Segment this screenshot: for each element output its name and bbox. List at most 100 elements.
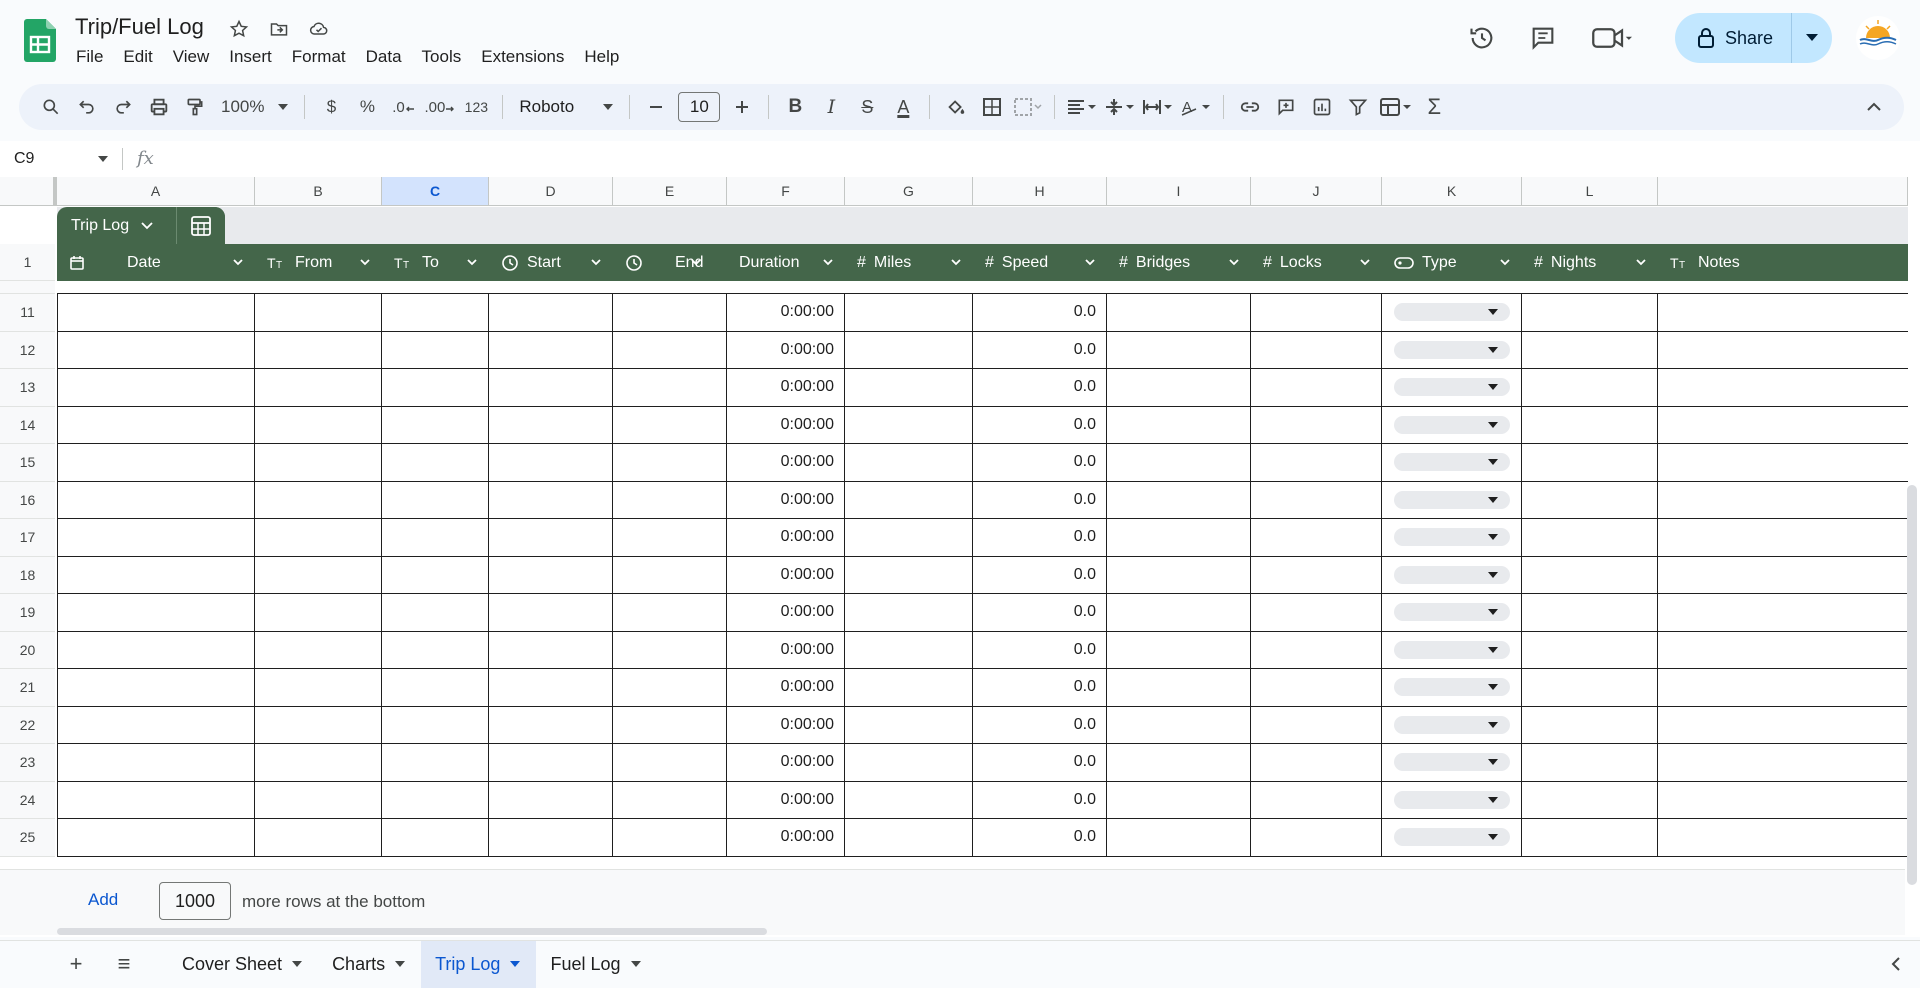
duration-cell[interactable]: 0:00:00	[727, 369, 845, 407]
table-cell[interactable]	[57, 669, 255, 707]
table-cell[interactable]	[382, 481, 489, 519]
column-header-g[interactable]: G	[845, 177, 973, 206]
row-header[interactable]: 14	[0, 406, 55, 444]
table-header-speed[interactable]: # Speed	[973, 244, 1107, 281]
table-cell[interactable]	[57, 331, 255, 369]
duration-cell[interactable]: 0:00:00	[727, 481, 845, 519]
duration-cell[interactable]: 0:00:00	[727, 594, 845, 632]
duration-cell[interactable]: 0:00:00	[727, 331, 845, 369]
column-header-k[interactable]: K	[1382, 177, 1522, 206]
text-wrapping-icon[interactable]	[1139, 89, 1177, 125]
speed-cell[interactable]: 0.0	[973, 819, 1107, 857]
speed-cell[interactable]: 0.0	[973, 631, 1107, 669]
table-cell[interactable]	[57, 706, 255, 744]
type-cell[interactable]	[1382, 331, 1522, 369]
type-cell[interactable]	[1382, 706, 1522, 744]
table-cell[interactable]	[845, 744, 973, 782]
table-cell[interactable]	[1251, 369, 1382, 407]
share-button[interactable]: Share	[1674, 13, 1832, 63]
table-cell[interactable]	[613, 369, 727, 407]
chevron-down-icon[interactable]	[821, 255, 835, 274]
menu-edit[interactable]: Edit	[113, 45, 162, 69]
sheet-tab-cover-sheet[interactable]: Cover Sheet	[168, 941, 318, 988]
duration-cell[interactable]: 0:00:00	[727, 781, 845, 819]
table-cell[interactable]	[489, 556, 613, 594]
table-cell[interactable]	[57, 444, 255, 482]
speed-cell[interactable]: 0.0	[973, 444, 1107, 482]
type-cell[interactable]	[1382, 294, 1522, 332]
speed-cell[interactable]: 0.0	[973, 406, 1107, 444]
table-cell[interactable]	[1658, 519, 1908, 557]
table-cell[interactable]	[255, 594, 382, 632]
table-cell[interactable]	[489, 481, 613, 519]
type-cell[interactable]	[1382, 669, 1522, 707]
type-cell[interactable]	[1382, 744, 1522, 782]
table-cell[interactable]	[1658, 294, 1908, 332]
type-cell[interactable]	[1382, 369, 1522, 407]
table-cell[interactable]	[489, 406, 613, 444]
type-dropdown-chip[interactable]	[1393, 678, 1510, 697]
speed-cell[interactable]: 0.0	[973, 781, 1107, 819]
table-cell[interactable]	[1107, 481, 1251, 519]
chevron-down-icon[interactable]	[395, 961, 406, 967]
table-header-bridges[interactable]: # Bridges	[1107, 244, 1251, 281]
table-cell[interactable]	[57, 369, 255, 407]
table-cell[interactable]	[613, 669, 727, 707]
column-header-f[interactable]: F	[727, 177, 845, 206]
table-header-nights[interactable]: # Nights	[1522, 244, 1658, 281]
type-dropdown-chip[interactable]	[1393, 528, 1510, 547]
functions-icon[interactable]: Σ	[1416, 89, 1452, 125]
row-header[interactable]: 11	[0, 294, 55, 332]
table-cell[interactable]	[1107, 781, 1251, 819]
table-cell[interactable]	[255, 294, 382, 332]
table-cell[interactable]	[489, 331, 613, 369]
speed-cell[interactable]: 0.0	[973, 369, 1107, 407]
table-header-end[interactable]: End	[613, 244, 727, 281]
table-cell[interactable]	[613, 556, 727, 594]
table-cell[interactable]	[1522, 406, 1658, 444]
table-cell[interactable]	[1251, 406, 1382, 444]
duration-cell[interactable]: 0:00:00	[727, 406, 845, 444]
table-cell[interactable]	[57, 781, 255, 819]
type-cell[interactable]	[1382, 406, 1522, 444]
row-header[interactable]: 20	[0, 631, 55, 669]
table-cell[interactable]	[489, 294, 613, 332]
column-header-i[interactable]: I	[1107, 177, 1251, 206]
row-header[interactable]: 17	[0, 519, 55, 557]
meet-icon[interactable]	[1582, 16, 1642, 60]
table-cell[interactable]	[845, 594, 973, 632]
type-dropdown-chip[interactable]	[1393, 790, 1510, 809]
table-cell[interactable]	[1522, 369, 1658, 407]
table-cell[interactable]	[1658, 819, 1908, 857]
table-cell[interactable]	[1107, 669, 1251, 707]
table-cell[interactable]	[1658, 707, 1908, 744]
table-cell[interactable]	[489, 744, 613, 782]
chevron-down-icon[interactable]	[1358, 255, 1372, 274]
sheet-tab-trip-log[interactable]: Trip Log	[421, 940, 537, 988]
chevron-down-icon[interactable]	[1634, 255, 1648, 274]
table-cell[interactable]	[1522, 481, 1658, 519]
table-cell[interactable]	[1251, 481, 1382, 519]
table-cell[interactable]	[1107, 369, 1251, 407]
speed-cell[interactable]: 0.0	[973, 594, 1107, 632]
speed-cell[interactable]: 0.0	[973, 519, 1107, 557]
table-cell[interactable]	[1251, 294, 1382, 332]
number-format-button[interactable]: 123	[458, 89, 494, 125]
table-cell[interactable]	[57, 594, 255, 632]
formula-input[interactable]	[154, 141, 1920, 177]
table-cell[interactable]	[845, 481, 973, 519]
increase-decimal-button[interactable]: .00	[421, 89, 458, 125]
table-cell[interactable]	[255, 519, 382, 557]
decrease-font-size-icon[interactable]	[638, 89, 674, 125]
column-header-b[interactable]: B	[255, 177, 382, 206]
table-cell[interactable]	[845, 406, 973, 444]
menu-format[interactable]: Format	[282, 45, 356, 69]
table-cell[interactable]	[255, 669, 382, 707]
chevron-down-icon[interactable]	[465, 255, 479, 274]
table-cell[interactable]	[255, 631, 382, 669]
table-cell[interactable]	[845, 669, 973, 707]
print-icon[interactable]	[141, 89, 177, 125]
text-color-icon[interactable]: A	[885, 89, 921, 125]
duration-cell[interactable]: 0:00:00	[727, 669, 845, 707]
table-cell[interactable]	[1107, 594, 1251, 632]
